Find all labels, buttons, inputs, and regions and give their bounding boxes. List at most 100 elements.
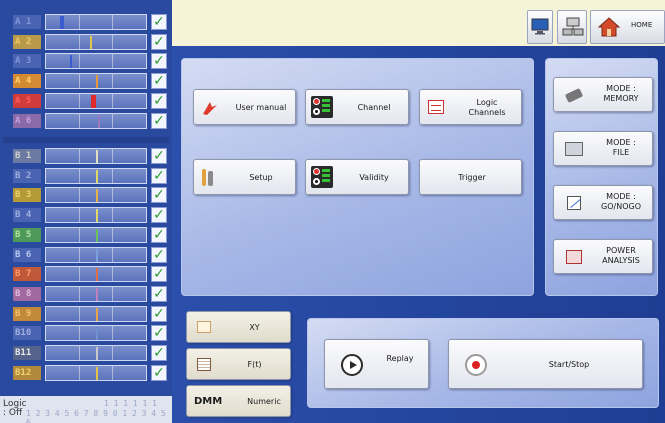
channel-track[interactable] [45,266,147,283]
monitor-button[interactable] [527,10,553,44]
power-analysis-icon [566,250,582,264]
channel-row[interactable]: A 5 ✓ [3,92,169,110]
channel-track[interactable] [45,92,147,109]
channel-track[interactable] [45,112,147,129]
channel-row[interactable]: A 1 ✓ [3,13,169,31]
xy-button[interactable]: XY [186,311,291,343]
channel-row[interactable]: B 1 ✓ [3,147,169,165]
power-analysis-label: POWER ANALYSIS [602,246,640,265]
channel-button[interactable]: Channel [305,89,409,125]
channel-marker [98,114,100,128]
numeric-label: Numeric [247,397,281,406]
channel-enable-checkbox[interactable]: ✓ [151,266,167,283]
mode-file-label: MODE : FILE [606,138,636,157]
file-icon [565,142,583,156]
channel-row[interactable]: A 2 ✓ [3,33,169,51]
network-button[interactable] [557,10,587,44]
channel-enable-checkbox[interactable]: ✓ [151,187,167,204]
channel-enable-checkbox[interactable]: ✓ [151,345,167,361]
validity-icon [311,166,333,188]
channel-enable-checkbox[interactable]: ✓ [151,148,167,164]
user-manual-button[interactable]: User manual [193,89,296,125]
channel-track[interactable] [45,207,147,224]
channel-label: A 4 [13,74,41,89]
channel-label: A 2 [13,34,41,49]
channel-enable-checkbox[interactable]: ✓ [151,167,167,184]
channel-enable-checkbox[interactable]: ✓ [151,325,167,342]
channel-enable-checkbox[interactable]: ✓ [151,33,167,50]
channel-list-panel: A 1 ✓ A 2 ✓ A 3 ✓ A 4 ✓ A 5 ✓ A 6 ✓ B 1 ✓ B 2 ✓ B 3 ✓ B 4… [0,0,172,423]
channel-track[interactable] [45,187,147,204]
channel-label: B 7 [13,267,41,282]
channel-track[interactable] [45,345,147,361]
channel-track[interactable] [45,73,147,90]
network-icon [562,17,584,36]
channel-row[interactable]: A 6 ✓ [3,112,169,130]
channel-row[interactable]: B 3 ✓ [3,186,169,204]
start-stop-button[interactable]: Start/Stop [448,339,643,389]
dmm-numeric-button[interactable]: DMM Numeric [186,385,291,417]
channel-label: B 9 [13,306,41,321]
channel-track[interactable] [45,364,147,381]
logic-channels-icon [428,100,444,114]
channel-enable-checkbox[interactable]: ✓ [151,112,167,129]
channel-marker [96,268,98,282]
setup-button[interactable]: Setup [193,159,296,195]
channel-enable-checkbox[interactable]: ✓ [151,285,167,302]
logic-channels-button[interactable]: Logic Channels [419,89,522,125]
channel-enable-checkbox[interactable]: ✓ [151,92,167,109]
mode-memory-button[interactable]: MODE : MEMORY [553,77,653,112]
channel-row[interactable]: B 9 ✓ [3,305,169,323]
channel-label: A 6 [13,113,41,128]
mode-file-button[interactable]: MODE : FILE [553,131,653,166]
trigger-label: Trigger [458,173,486,182]
channel-enable-checkbox[interactable]: ✓ [151,364,167,381]
home-label: HOME [631,21,653,29]
channel-marker [96,228,98,242]
channel-row[interactable]: B 2 ✓ [3,167,169,185]
channel-marker [91,94,96,108]
channel-enable-checkbox[interactable]: ✓ [151,14,167,30]
channel-enable-checkbox[interactable]: ✓ [151,53,167,70]
power-analysis-button[interactable]: POWER ANALYSIS [553,239,653,274]
channel-row[interactable]: B10 ✓ [3,324,169,342]
channel-enable-checkbox[interactable]: ✓ [151,207,167,224]
channel-label: B 4 [13,208,41,223]
channel-row[interactable]: A 4 ✓ [3,72,169,90]
channel-label: B12 [13,365,41,380]
channel-track[interactable] [45,14,147,30]
channel-row[interactable]: B 4 ✓ [3,206,169,224]
home-button[interactable]: HOME [590,10,665,44]
channel-track[interactable] [45,285,147,302]
channel-enable-checkbox[interactable]: ✓ [151,226,167,243]
mode-gonogo-label: MODE : GO/NOGO [601,192,641,211]
channel-track[interactable] [45,226,147,243]
channel-enable-checkbox[interactable]: ✓ [151,305,167,322]
channel-row[interactable]: B12 ✓ [3,364,169,382]
pdf-icon [203,102,217,115]
ft-button[interactable]: F(t) [186,348,291,380]
channel-row[interactable]: B 8 ✓ [3,285,169,303]
channel-marker [70,55,72,69]
validity-button[interactable]: Validity [305,159,409,195]
channel-track[interactable] [45,148,147,164]
replay-button[interactable]: Replay [324,339,429,389]
channel-track[interactable] [45,53,147,70]
validity-label: Validity [359,173,389,182]
channel-track[interactable] [45,167,147,184]
channel-track[interactable] [45,305,147,322]
channel-enable-checkbox[interactable]: ✓ [151,73,167,90]
mode-gonogo-button[interactable]: MODE : GO/NOGO [553,185,653,220]
channel-track[interactable] [45,325,147,342]
channel-row[interactable]: B 5 ✓ [3,226,169,244]
channel-row[interactable]: B 7 ✓ [3,265,169,283]
channel-track[interactable] [45,246,147,263]
channel-enable-checkbox[interactable]: ✓ [151,246,167,263]
channel-row[interactable]: A 3 ✓ [3,52,169,70]
channel-row[interactable]: B11 ✓ [3,344,169,362]
logic-digits: 1 2 3 4 5 6 7 8 9 0 1 2 3 4 5 6 [26,409,166,423]
channel-icon [311,96,333,118]
channel-row[interactable]: B 6 ✓ [3,246,169,264]
trigger-button[interactable]: Trigger [419,159,522,195]
channel-track[interactable] [45,33,147,50]
